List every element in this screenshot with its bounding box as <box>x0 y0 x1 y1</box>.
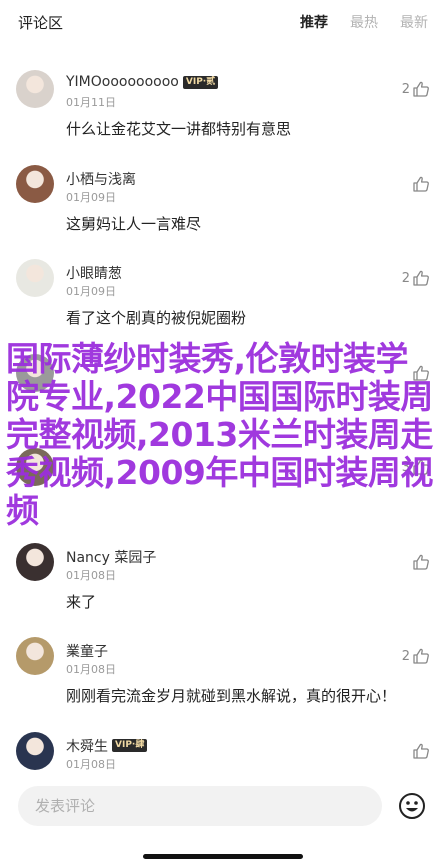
comment-date: 01月09日 <box>66 285 116 298</box>
like-button[interactable] <box>410 553 430 571</box>
comment-header: 评论区 推荐 最热 最新 <box>0 0 446 44</box>
comment-input[interactable]: 发表评论 <box>18 786 382 826</box>
watermark-overlay-text: 国际薄纱时装秀,伦敦时装学院专业,2022中国国际时装周完整视频,2013米兰时… <box>6 339 433 530</box>
comment-item[interactable]: 小栖与浅离 01月09日这舅妈让人一言难尽 <box>0 155 446 249</box>
like-count: 2 <box>401 648 410 664</box>
comment-item[interactable]: Nancy 菜园子 01月08日来了 <box>0 533 446 627</box>
like-button[interactable] <box>410 742 430 760</box>
like-count: 2 <box>401 270 410 286</box>
comment-item[interactable]: 木舜生 VIP·肆 01月08日 <box>0 722 446 775</box>
tab-hottest[interactable]: 最热 <box>350 12 378 32</box>
vip-badge: VIP·贰 <box>182 75 219 89</box>
username[interactable]: 木舜生 VIP·肆 <box>66 736 148 756</box>
comment-footer: 发表评论 <box>0 774 446 868</box>
comment-date: 01月11日 <box>66 96 116 109</box>
comment-item[interactable]: 業童子 01月08日刚刚看完流金岁月就碰到黑水解说，真的很开心！ 2 <box>0 627 446 721</box>
comment-date: 01月08日 <box>66 757 116 771</box>
like-count: 2 <box>401 81 410 97</box>
comment-date: 01月08日 <box>66 568 116 582</box>
thumbs-up-icon <box>413 176 429 192</box>
comment-text: 来了 <box>66 592 97 611</box>
home-indicator <box>143 854 303 859</box>
username-text[interactable]: Nancy 菜园子 <box>66 547 156 567</box>
comment-text: 这舅妈让人一言难尽 <box>66 214 202 233</box>
emoji-icon[interactable] <box>398 792 426 820</box>
username-text[interactable]: 小栖与浅离 <box>66 169 136 189</box>
like-button[interactable]: 2 <box>402 647 430 665</box>
comment-date: 01月08日 <box>66 663 116 676</box>
thumbs-up-icon <box>413 743 429 759</box>
comment-item[interactable]: 小眼睛葱 01月09日看了这个剧真的被倪妮圈粉 2 <box>0 249 446 343</box>
vip-badge: VIP·肆 <box>112 739 148 752</box>
comment-text: 看了这个剧真的被倪妮圈粉 <box>66 309 247 327</box>
like-button[interactable] <box>410 175 430 193</box>
username[interactable]: 小栖与浅离 <box>66 169 136 189</box>
avatar[interactable] <box>16 70 54 108</box>
thumbs-up-icon <box>413 270 429 286</box>
sort-tabs: 推荐 最热 最新 <box>300 12 428 32</box>
page-title: 评论区 <box>18 14 64 32</box>
username-text[interactable]: 小眼睛葱 <box>66 263 122 283</box>
username[interactable]: 業童子 <box>66 641 108 661</box>
avatar[interactable] <box>16 542 54 581</box>
username-text[interactable]: 業童子 <box>66 641 108 661</box>
username[interactable]: YIMOooooooooo VIP·贰 <box>66 74 219 90</box>
avatar[interactable] <box>16 259 54 297</box>
username-text[interactable]: YIMOooooooooo <box>66 74 179 90</box>
thumbs-up-icon <box>413 648 429 664</box>
comment-date: 01月09日 <box>66 190 116 204</box>
username[interactable]: 小眼睛葱 <box>66 263 122 283</box>
tab-newest[interactable]: 最新 <box>400 12 428 32</box>
like-button[interactable]: 2 <box>402 269 430 287</box>
thumbs-up-icon <box>413 554 429 570</box>
username[interactable]: Nancy 菜园子 <box>66 547 156 567</box>
comment-item[interactable]: YIMOooooooooo VIP·贰 01月11日什么让金花艾文一讲都特别有意思 2 <box>0 60 446 154</box>
avatar[interactable] <box>16 731 54 770</box>
thumbs-up-icon <box>413 81 429 97</box>
like-button[interactable]: 2 <box>402 80 430 98</box>
avatar[interactable] <box>16 164 54 203</box>
avatar[interactable] <box>16 637 54 675</box>
comment-text: 刚刚看完流金岁月就碰到黑水解说，真的很开心！ <box>66 687 397 705</box>
comment-text: 什么让金花艾文一讲都特别有意思 <box>66 120 292 138</box>
username-text[interactable]: 木舜生 <box>66 736 108 756</box>
tab-recommended[interactable]: 推荐 <box>300 12 328 32</box>
